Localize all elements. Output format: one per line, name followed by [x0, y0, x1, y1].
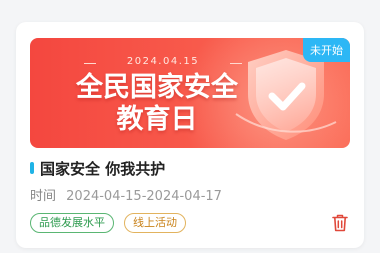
event-title-row: 国家安全 你我共护: [30, 158, 165, 178]
event-time-row: 时间 2024-04-15-2024-04-17: [30, 185, 222, 204]
event-tags: 品德发展水平 线上活动: [30, 213, 186, 233]
trash-icon[interactable]: [332, 214, 348, 232]
time-value: 2024-04-15-2024-04-17: [66, 189, 222, 204]
title-accent-bar: [30, 162, 34, 174]
tag-moral-development: 品德发展水平: [30, 213, 114, 233]
tag-online-activity: 线上活动: [124, 213, 186, 233]
banner-date: 2024.04.15: [84, 56, 242, 67]
event-card[interactable]: 2024.04.15 全民国家安全 教育日 未开始 国家安全 你我共护 时间 2…: [16, 22, 364, 248]
event-title: 国家安全 你我共护: [40, 159, 166, 178]
time-label: 时间: [30, 189, 57, 204]
status-badge: 未开始: [303, 38, 350, 62]
event-banner: 2024.04.15 全民国家安全 教育日 未开始: [30, 38, 350, 148]
